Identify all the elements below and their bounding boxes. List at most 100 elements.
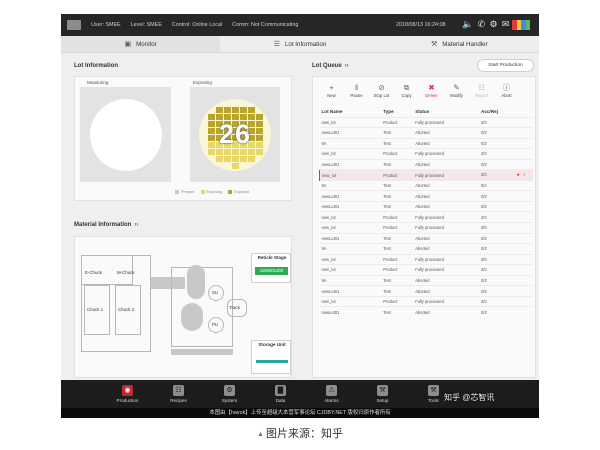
table-row[interactable]: newLot01 Test Aborted 0/2 (319, 232, 533, 244)
flag-icon[interactable] (512, 20, 530, 30)
abort-button[interactable]: ⓘ Abort (494, 83, 519, 101)
nav-setup[interactable]: ⚒ Setup (357, 380, 408, 408)
table-row[interactable]: 9A Test Aborted 0/2 (319, 274, 533, 286)
cell-text: Product (383, 299, 398, 305)
cell-name: 9A (319, 179, 382, 191)
cell-text: new_lot (321, 225, 336, 231)
pause-button[interactable]: ‖ Pause (344, 83, 369, 101)
wafer-die (223, 107, 231, 113)
cell-name: new_lot (319, 211, 382, 223)
cell-text: new_lot (321, 119, 336, 125)
cell-text: 2/0 (481, 267, 487, 273)
cell-text: 0/2 (481, 130, 487, 136)
cell-text: Fully processed (415, 256, 444, 262)
cell-status: Fully processed (413, 169, 479, 181)
nav-system[interactable]: ⚙ System (204, 380, 255, 408)
cell-type: Test (381, 137, 414, 149)
cell-acc: 2/0 (479, 116, 533, 128)
table-row[interactable]: 9A Test Aborted 0/2 (319, 179, 533, 191)
setup-icon: ⚒ (377, 385, 388, 396)
cell-text: Test (383, 309, 391, 315)
stop-lot-button[interactable]: ⊘ Stop Lot (369, 83, 394, 101)
cell-acc: 2/0 (479, 148, 533, 160)
material-information-title[interactable]: Material Information ›› (74, 222, 138, 228)
table-row[interactable]: 9A Test Aborted 0/2 (319, 243, 533, 255)
table-row[interactable]: new_lot Product Fully processed 2/0 (319, 148, 533, 160)
chevron-down-icon[interactable]: ∨ (523, 172, 526, 177)
table-row[interactable]: newLot01 Test Aborted 0/2 (319, 190, 533, 202)
watermark: 知乎 @芯智讯 (444, 393, 495, 402)
start-production-button[interactable]: Start Production (477, 59, 534, 72)
cell-text: Fully processed (415, 214, 444, 220)
mail-icon[interactable]: ✉ (500, 19, 511, 30)
tab-material-handler[interactable]: ⚒ Material Handler (380, 36, 539, 52)
column-header[interactable]: Lot Name (320, 107, 382, 117)
table-row[interactable]: newLot01 Test Aborted 0/2 (319, 127, 533, 139)
cell-name: new_lot (319, 253, 382, 265)
gear-icon[interactable]: ⚙ (488, 19, 499, 30)
toolbar-label: Abort (501, 93, 512, 98)
nav-recipes[interactable]: ☷ Recipes (153, 380, 204, 408)
table-row[interactable]: newLot01 Test Aborted 0/2 (319, 158, 533, 170)
table-row[interactable]: 9A Test Aborted 0/2 (319, 137, 533, 149)
cell-status: Aborted (413, 285, 479, 297)
column-header[interactable]: Type (381, 107, 413, 117)
lot-queue-title[interactable]: Lot Queue ›› (312, 63, 349, 69)
table-row[interactable]: new_lot Product Fully processed 2/0 ● ∨ (319, 169, 533, 181)
nav-alarms[interactable]: ⚠ Alarms (306, 380, 357, 408)
status-control: Control: Online Local (171, 22, 223, 28)
cell-text: new_lot (322, 172, 337, 178)
table-row[interactable]: newLot01 Test Aborted 0/2 (319, 306, 533, 318)
cell-name: new_lot (319, 116, 382, 128)
tab-label: Monitor (136, 40, 157, 48)
table-row[interactable]: new_lot Product Fully processed 2/0 (319, 295, 533, 307)
nav-label: Setup (376, 398, 389, 403)
legend-label: Prepare (181, 190, 195, 194)
table-row[interactable]: newLot01 Test Aborted 0/2 (319, 200, 533, 212)
wafer-die (231, 107, 239, 113)
cell-status: Aborted (413, 190, 479, 202)
copy-button[interactable]: ⧉ Copy (394, 83, 419, 101)
cell-name: newLot01 (319, 232, 382, 244)
tab-monitor[interactable]: ▣ Monitor (61, 36, 221, 52)
status-level: Level: SMEE (130, 22, 162, 28)
pin-icon[interactable]: ● (517, 172, 520, 178)
tab-lot-information[interactable]: ☰ Lot Information (220, 36, 379, 52)
table-row[interactable]: new_lot Product Fully processed 2/0 (319, 264, 533, 276)
new-button[interactable]: + New (319, 83, 344, 101)
cell-text: Fully processed (415, 172, 444, 178)
phone-icon[interactable]: ✆ (476, 19, 487, 30)
table-row[interactable]: new_lot Product Fully processed 2/0 (319, 253, 533, 265)
modify-button[interactable]: ✎ Modify (444, 83, 469, 101)
cell-acc: 0/2 (479, 158, 533, 170)
cell-type: Product (381, 264, 414, 276)
nav-production[interactable]: ◉ Production (102, 380, 153, 408)
toolbar-label: Delete (425, 93, 438, 98)
table-row[interactable]: newLot01 Test Aborted 0/2 (319, 285, 533, 297)
cell-text: 2/0 (481, 225, 487, 231)
cell-name: newLot01 (319, 158, 382, 170)
nav-label: Tools (428, 398, 439, 403)
cell-name: new_lot (319, 264, 382, 276)
su-label: SU (212, 290, 219, 295)
triangle-icon: ▲ (257, 431, 264, 438)
report-button[interactable]: ☷ Report (469, 83, 494, 101)
cell-text: Product (383, 256, 398, 262)
cell-type: Product (381, 295, 414, 307)
table-row[interactable]: new_lot Product Fully processed 2/0 (319, 211, 533, 223)
cell-text: Fully processed (415, 225, 444, 231)
cell-text: Aborted (415, 204, 430, 210)
cell-text: Aborted (415, 140, 430, 146)
nav-data[interactable]: ▇ Data (255, 380, 306, 408)
cell-acc: 2/0 (479, 221, 533, 234)
abort-icon: ⓘ (502, 83, 511, 92)
column-header[interactable]: Acc/Rej (479, 107, 533, 117)
toolbar-label: Copy (401, 93, 412, 98)
table-row[interactable]: new_lot Product Fully processed 2/0 (319, 221, 533, 234)
delete-button[interactable]: ✖ Delete (419, 83, 444, 101)
cell-text: 0/2 (481, 309, 487, 315)
volume-icon[interactable]: 🔈 (462, 19, 473, 30)
table-row[interactable]: new_lot Product Fully processed 2/0 (319, 116, 533, 128)
column-header[interactable]: Status (413, 107, 479, 117)
cell-text: 0/2 (481, 235, 487, 241)
